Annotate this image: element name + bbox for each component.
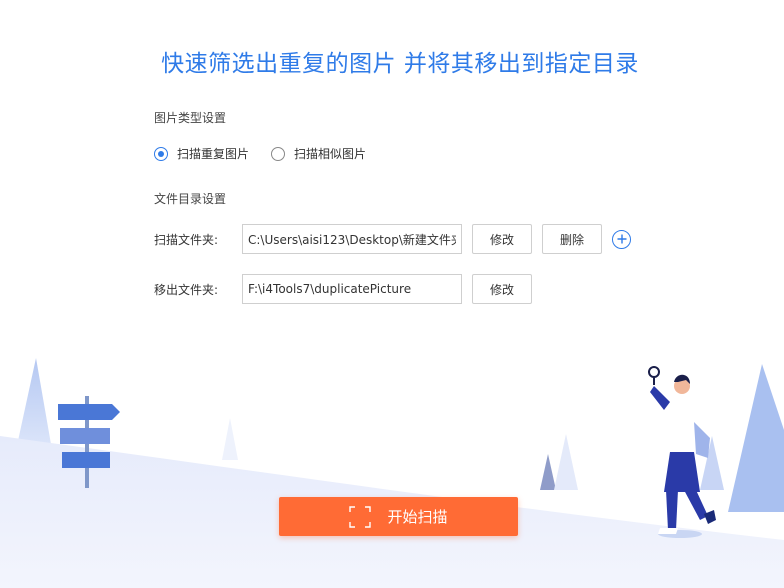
start-scan-button[interactable]: 开始扫描 [279,497,518,536]
scan-folder-label: 扫描文件夹: [154,232,219,247]
person-shoe-left [658,528,678,534]
scan-folder-delete-button[interactable]: 删除 [542,224,602,254]
output-folder-input[interactable] [242,274,462,304]
scan-folder-modify-button[interactable]: 修改 [472,224,532,254]
radio-unchecked-icon [271,146,286,161]
page-title: 快速筛选出重复的图片 并将其移出到指定目录 [161,51,639,77]
person-arm [650,386,670,410]
signpost-board-2 [60,428,110,444]
tree-right-large [728,364,784,512]
start-scan-label: 开始扫描 [387,508,448,526]
person-leg-right [684,490,708,520]
person-body [664,452,700,492]
person-leg-left [666,490,678,530]
radio-scan-duplicate-label: 扫描重复图片 [177,147,250,161]
output-folder-row: 移出文件夹: 修改 [154,274,532,304]
scene-illustration [0,358,784,588]
image-type-radio-group: 扫描重复图片 扫描相似图片 [154,145,388,162]
scan-folder-input[interactable] [242,224,462,254]
radio-checked-icon [154,146,168,161]
tree-small-3 [554,434,578,490]
radio-scan-duplicate[interactable]: 扫描重复图片 [154,145,249,162]
directory-section-label: 文件目录设置 [154,192,227,206]
magnifier-handle [653,377,655,385]
tree-small-2 [540,454,556,490]
tree-left [16,358,52,450]
magnifier-icon [648,366,660,378]
image-type-section-label: 图片类型设置 [154,111,227,125]
radio-scan-similar-label: 扫描相似图片 [294,147,367,161]
tree-small-1 [222,418,238,460]
scan-frame-icon [349,505,372,528]
scan-folder-row: 扫描文件夹: 修改 删除 [154,224,631,254]
person-scarf [694,422,710,458]
output-folder-modify-button[interactable]: 修改 [472,274,532,304]
radio-scan-similar[interactable]: 扫描相似图片 [271,145,366,162]
output-folder-label: 移出文件夹: [154,282,219,297]
plus-circle-icon[interactable] [612,229,631,249]
signpost-board-1 [58,404,120,420]
signpost-board-3 [62,452,110,468]
